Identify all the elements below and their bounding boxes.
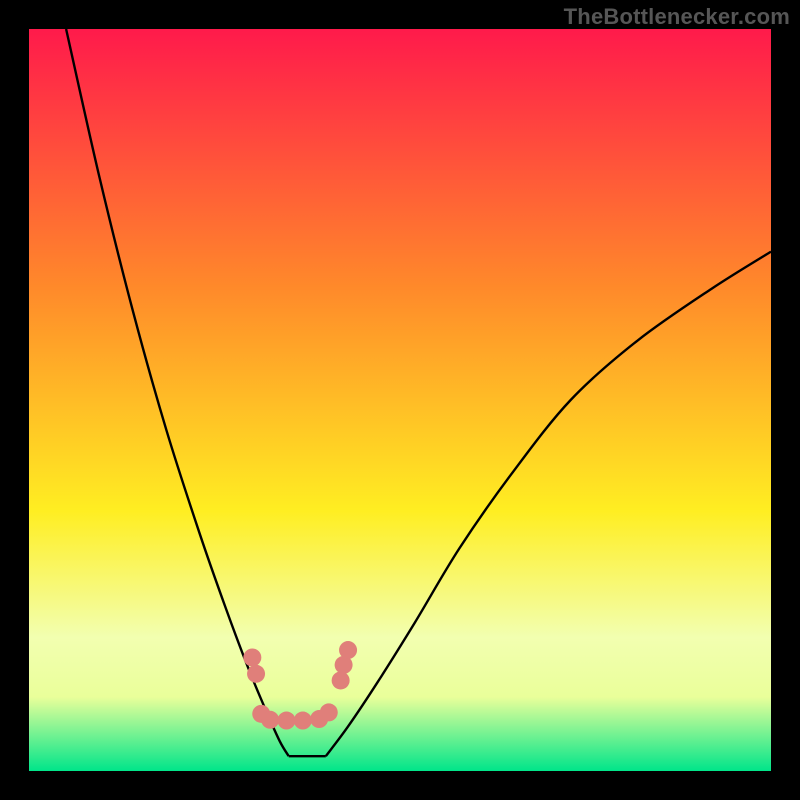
data-marker <box>243 648 261 666</box>
watermark-text: TheBottlenecker.com <box>564 4 790 30</box>
data-marker <box>247 665 265 683</box>
gradient-background <box>29 29 771 771</box>
outer-frame: TheBottlenecker.com <box>0 0 800 800</box>
data-marker <box>320 703 338 721</box>
data-marker <box>339 641 357 659</box>
data-marker <box>261 711 279 729</box>
data-marker <box>294 712 312 730</box>
data-marker <box>332 671 350 689</box>
bottleneck-chart <box>29 29 771 771</box>
data-marker <box>277 712 295 730</box>
